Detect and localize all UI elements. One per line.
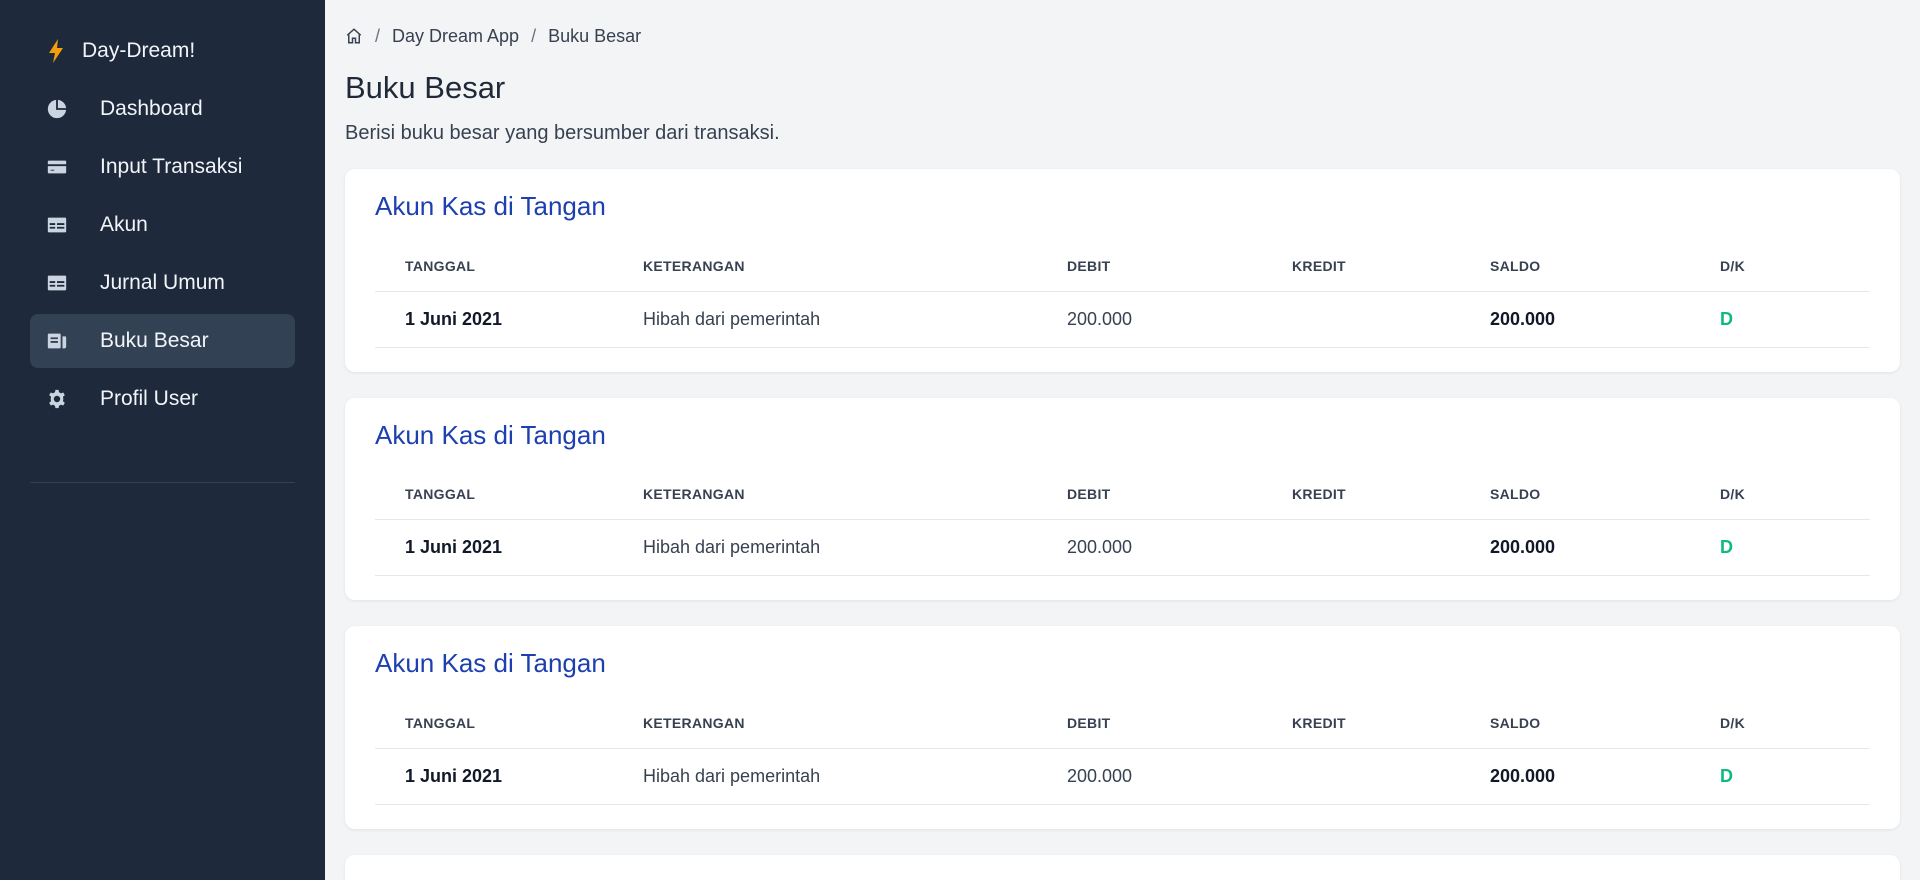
brand-name: Day-Dream! (82, 39, 196, 62)
cell-keterangan: Hibah dari pemerintah (643, 519, 1067, 576)
sidebar-item-akun[interactable]: Akun (30, 198, 295, 252)
table-header-row: TANGGAL KETERANGAN DEBIT KREDIT SALDO D/… (375, 698, 1870, 749)
table-header-row: TANGGAL KETERANGAN DEBIT KREDIT SALDO D/… (375, 241, 1870, 292)
cell-dk: D (1720, 291, 1870, 348)
ledger-card: Akun Kas di Tangan TANGGAL KETERANGAN DE… (345, 397, 1900, 600)
cell-keterangan: Hibah dari pemerintah (643, 748, 1067, 805)
main-content: / Day Dream App / Buku Besar Buku Besar … (345, 0, 1900, 880)
breadcrumb-separator: / (531, 25, 537, 46)
cell-debit: 200.000 (1067, 291, 1292, 348)
breadcrumb: / Day Dream App / Buku Besar (345, 0, 1900, 72)
ledger-card-partial (345, 854, 1900, 880)
ledger-title: Akun Kas di Tangan (375, 191, 606, 221)
sidebar-item-label: Akun (100, 213, 148, 236)
sidebar-nav: Dashboard Input Transaksi Akun Jurnal Um… (30, 82, 295, 426)
cell-saldo: 200.000 (1490, 519, 1720, 576)
brand[interactable]: Day-Dream! (30, 28, 295, 74)
header-kredit: KREDIT (1292, 698, 1490, 749)
cell-tanggal: 1 Juni 2021 (375, 519, 643, 576)
cell-saldo: 200.000 (1490, 291, 1720, 348)
sidebar-item-input-transaksi[interactable]: Input Transaksi (30, 140, 295, 194)
breadcrumb-separator: / (375, 25, 381, 46)
page-title: Buku Besar (345, 70, 506, 105)
sidebar-item-label: Buku Besar (100, 329, 209, 352)
cell-kredit (1292, 519, 1490, 576)
cell-saldo: 200.000 (1490, 748, 1720, 805)
breadcrumb-link-app[interactable]: Day Dream App (392, 26, 519, 47)
credit-card-icon (46, 156, 68, 178)
pie-chart-icon (46, 98, 68, 120)
cell-debit: 200.000 (1067, 748, 1292, 805)
sidebar-item-profil-user[interactable]: Profil User (30, 372, 295, 426)
sidebar-item-label: Profil User (100, 387, 199, 410)
header-tanggal: TANGGAL (375, 241, 643, 292)
ledger-table: TANGGAL KETERANGAN DEBIT KREDIT SALDO D/… (375, 469, 1870, 576)
ledger-title: Akun Kas di Tangan (375, 648, 606, 678)
sidebar-item-label: Input Transaksi (100, 155, 243, 178)
header-debit: DEBIT (1067, 241, 1292, 292)
header-saldo: SALDO (1490, 241, 1720, 292)
cell-tanggal: 1 Juni 2021 (375, 748, 643, 805)
header-dk: D/K (1720, 241, 1870, 292)
cell-dk: D (1720, 748, 1870, 805)
header-tanggal: TANGGAL (375, 698, 643, 749)
sidebar-item-label: Dashboard (100, 97, 203, 120)
header-kredit: KREDIT (1292, 241, 1490, 292)
header-kredit: KREDIT (1292, 469, 1490, 520)
home-icon[interactable] (345, 27, 363, 45)
sidebar-item-label: Jurnal Umum (100, 271, 225, 294)
sidebar: Day-Dream! Dashboard Input Transaksi Aku… (0, 0, 325, 880)
sidebar-item-dashboard[interactable]: Dashboard (30, 82, 295, 136)
cell-debit: 200.000 (1067, 519, 1292, 576)
header-tanggal: TANGGAL (375, 469, 643, 520)
ledger-icon (46, 330, 68, 352)
header-saldo: SALDO (1490, 698, 1720, 749)
table-header-row: TANGGAL KETERANGAN DEBIT KREDIT SALDO D/… (375, 469, 1870, 520)
table-icon (46, 214, 68, 236)
ledger-card: Akun Kas di Tangan TANGGAL KETERANGAN DE… (345, 626, 1900, 829)
header-debit: DEBIT (1067, 698, 1292, 749)
cell-kredit (1292, 291, 1490, 348)
table-icon (46, 272, 68, 294)
header-keterangan: KETERANGAN (643, 469, 1067, 520)
page-description: Berisi buku besar yang bersumber dari tr… (345, 122, 780, 144)
header-keterangan: KETERANGAN (643, 698, 1067, 749)
sidebar-item-jurnal-umum[interactable]: Jurnal Umum (30, 256, 295, 310)
cell-kredit (1292, 748, 1490, 805)
bolt-icon (49, 39, 63, 63)
cell-tanggal: 1 Juni 2021 (375, 291, 643, 348)
table-row: 1 Juni 2021 Hibah dari pemerintah 200.00… (375, 748, 1870, 805)
cell-keterangan: Hibah dari pemerintah (643, 291, 1067, 348)
gear-icon (46, 388, 68, 410)
cell-dk: D (1720, 519, 1870, 576)
ledger-table: TANGGAL KETERANGAN DEBIT KREDIT SALDO D/… (375, 698, 1870, 805)
header-dk: D/K (1720, 698, 1870, 749)
ledger-title: Akun Kas di Tangan (375, 419, 606, 450)
sidebar-divider (30, 482, 295, 483)
header-dk: D/K (1720, 469, 1870, 520)
breadcrumb-current: Buku Besar (548, 25, 642, 46)
header-debit: DEBIT (1067, 469, 1292, 520)
header-saldo: SALDO (1490, 469, 1720, 520)
header-keterangan: KETERANGAN (643, 241, 1067, 292)
ledger-card: Akun Kas di Tangan TANGGAL KETERANGAN DE… (345, 169, 1900, 372)
table-row: 1 Juni 2021 Hibah dari pemerintah 200.00… (375, 291, 1870, 348)
table-row: 1 Juni 2021 Hibah dari pemerintah 200.00… (375, 519, 1870, 576)
ledger-table: TANGGAL KETERANGAN DEBIT KREDIT SALDO D/… (375, 241, 1870, 348)
sidebar-item-buku-besar[interactable]: Buku Besar (30, 314, 295, 368)
